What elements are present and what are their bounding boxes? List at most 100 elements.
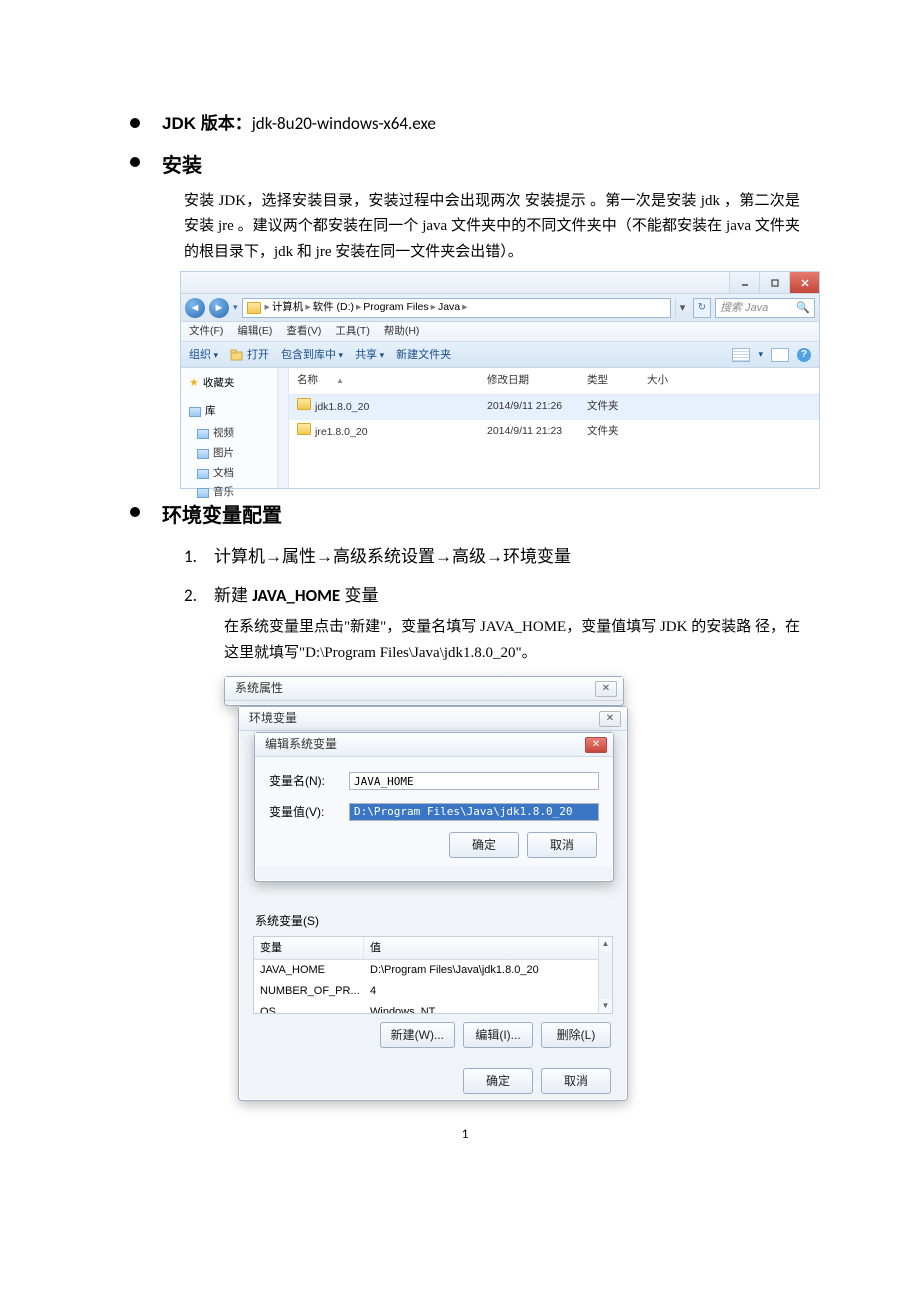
bullet-dot [130,507,140,517]
heading-install: 安装 [162,149,202,183]
ol2-num: 2. [184,582,214,611]
tb-include[interactable]: 包含到库中 [281,346,343,365]
music-icon [197,488,209,498]
bullet1-value: jdk-8u20-windows-x64.exe [252,113,436,134]
close-button[interactable] [789,272,819,293]
cancel-button[interactable]: 取消 [541,1068,611,1094]
ol-item-1: 1. 计算机→属性→高级系统设置→高级→环境变量 [184,543,800,572]
close-icon[interactable]: ✕ [595,681,617,697]
list-item[interactable]: jre1.8.0_20 2014/9/11 21:23 文件夹 [289,420,819,445]
documents-icon [197,469,209,479]
table-row[interactable]: OSWindows_NT [254,1002,612,1014]
menu-edit[interactable]: 编辑(E) [237,323,272,341]
explorer-file-list: 名称▲ 修改日期 类型 大小 jdk1.8.0_20 2014/9/11 21:… [289,368,819,488]
sidebar-documents[interactable]: 文档 [197,465,288,483]
env-titlebar: 环境变量 ✕ [239,707,627,731]
back-button[interactable]: ◄ [185,298,205,318]
search-icon: 🔍 [796,299,810,318]
sidebar-library[interactable]: 库 [189,403,288,421]
ol-item-2: 2. 新建 JAVA_HOME 变量 [184,582,800,611]
sidebar-video[interactable]: 视频 [197,425,288,443]
tb-open[interactable]: 打开 [230,346,269,365]
breadcrumb-dropdown[interactable]: ▾ [675,298,689,318]
ol1-text: 计算机→属性→高级系统设置→高级→环境变量 [214,543,571,572]
bc-0[interactable]: 计算机 [272,299,304,317]
ol2-paragraph: 在系统变量里点击"新建"，变量名填写 JAVA_HOME，变量值填写 JDK 的… [224,615,800,666]
var-name-input[interactable] [349,772,599,790]
bc-2[interactable]: Program Files [363,299,428,317]
scrollbar[interactable]: ▲▼ [598,937,612,1013]
preview-pane-icon[interactable] [771,348,789,362]
edit-titlebar: 编辑系统变量 ✕ [255,733,613,757]
sidebar-pictures[interactable]: 图片 [197,445,288,463]
view-mode-dropdown[interactable]: ▾ [758,347,763,362]
sidebar-favorites[interactable]: ★收藏夹 [189,374,288,393]
folder-icon [247,302,261,314]
dialog-system-properties: 系统属性 ✕ [224,676,624,706]
delete-button[interactable]: 删除(L) [541,1022,611,1048]
breadcrumb[interactable]: ▸ 计算机▸ 软件 (D:)▸ Program Files▸ Java▸ [242,298,671,318]
list-header[interactable]: 名称▲ 修改日期 类型 大小 [289,368,819,395]
bullet-install: 安装 [130,149,800,183]
table-row[interactable]: NUMBER_OF_PR...4 [254,981,612,1002]
help-icon[interactable]: ? [797,348,811,362]
bullet-env: 环境变量配置 [130,499,800,533]
explorer-sidebar: ★收藏夹 库 视频 图片 文档 音乐 [181,368,289,488]
dialog-edit-sysvar: 编辑系统变量 ✕ 变量名(N): 变量值(V): 确定 取消 [254,732,614,882]
explorer-titlebar [181,272,819,294]
var-value-label: 变量值(V): [269,802,349,822]
search-input[interactable]: 搜索 Java 🔍 [715,298,815,318]
menu-file[interactable]: 文件(F) [189,323,223,341]
bc-1[interactable]: 软件 (D:) [313,299,354,317]
cancel-button[interactable]: 取消 [527,832,597,858]
heading-env: 环境变量配置 [162,499,282,533]
menu-help[interactable]: 帮助(H) [384,323,420,341]
explorer-window: ◄ ► ▾ ▸ 计算机▸ 软件 (D:)▸ Program Files▸ Jav… [180,271,820,489]
close-icon[interactable]: ✕ [585,737,607,753]
explorer-menubar: 文件(F) 编辑(E) 查看(V) 工具(T) 帮助(H) [181,322,819,342]
view-mode-icon[interactable] [732,348,750,362]
ol1-num: 1. [184,543,214,572]
new-button[interactable]: 新建(W)... [380,1022,455,1048]
minimize-button[interactable] [729,272,759,293]
ok-button[interactable]: 确定 [463,1068,533,1094]
sysvars-table[interactable]: 变量 值 JAVA_HOMED:\Program Files\Java\jdk1… [253,936,613,1014]
menu-view[interactable]: 查看(V) [286,323,321,341]
var-value-input[interactable] [349,803,599,821]
tb-share[interactable]: 共享 [355,346,384,365]
star-icon: ★ [189,374,199,393]
refresh-button[interactable]: ↻ [693,298,711,318]
page-number: 1 [130,1124,800,1146]
edit-button[interactable]: 编辑(I)... [463,1022,533,1048]
library-icon [189,407,201,417]
pictures-icon [197,449,209,459]
menu-tools[interactable]: 工具(T) [335,323,369,341]
table-row[interactable]: JAVA_HOMED:\Program Files\Java\jdk1.8.0_… [254,960,612,981]
var-name-label: 变量名(N): [269,771,349,791]
search-placeholder: 搜索 Java [720,299,768,318]
ok-button[interactable]: 确定 [449,832,519,858]
sidebar-music[interactable]: 音乐 [197,484,288,502]
bc-3[interactable]: Java [438,299,460,317]
folder-icon [297,398,311,410]
ol2-label: 新建 [214,586,252,605]
bullet-jdk-version: JDK 版本：jdk-8u20-windows-x64.exe [130,110,800,139]
ol2-tail: 变量 [340,586,378,605]
tb-newfolder[interactable]: 新建文件夹 [396,346,451,365]
bullet-dot [130,118,140,128]
forward-button[interactable]: ► [209,298,229,318]
close-icon[interactable]: ✕ [599,711,621,727]
dialog-stack: 系统属性 ✕ 环境变量 ✕ 系统变量(S) 变量 值 JAVA_HOMED:\P… [224,676,629,1106]
maximize-button[interactable] [759,272,789,293]
tb-organize[interactable]: 组织 [189,346,218,365]
install-paragraph: 安装 JDK，选择安装目录，安装过程中会出现两次 安装提示 。第一次是安装 jd… [184,189,800,266]
ol2-bold: JAVA_HOME [252,585,340,606]
bullet1-label: JDK 版本： [162,114,252,133]
video-icon [197,429,209,439]
explorer-toolbar: 组织 打开 包含到库中 共享 新建文件夹 ▾ ? [181,342,819,368]
folder-icon [297,423,311,435]
history-dropdown-icon[interactable]: ▾ [233,300,238,315]
sysvars-label: 系统变量(S) [255,911,613,931]
list-item[interactable]: jdk1.8.0_20 2014/9/11 21:26 文件夹 [289,395,819,420]
explorer-nav: ◄ ► ▾ ▸ 计算机▸ 软件 (D:)▸ Program Files▸ Jav… [181,294,819,322]
